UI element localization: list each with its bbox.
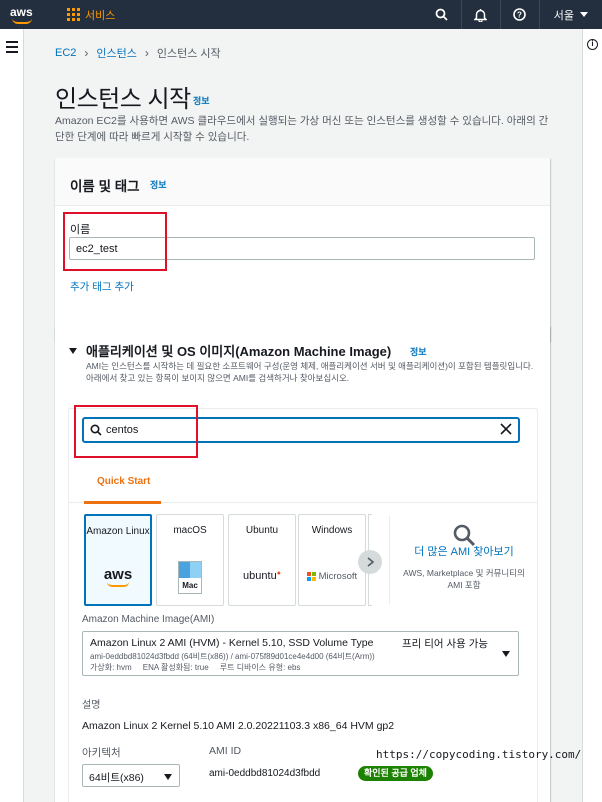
clear-search-icon[interactable] [500, 423, 512, 435]
description-value: Amazon Linux 2 Kernel 5.10 AMI 2.0.20221… [82, 720, 395, 732]
chevron-right-icon [367, 557, 374, 567]
breadcrumb: EC2 › 인스턴스 › 인스턴스 시작 [55, 45, 221, 61]
ami-panel-title[interactable]: 애플리케이션 및 OS 이미지(Amazon Machine Image) [86, 341, 391, 360]
hamburger-menu-icon[interactable] [6, 41, 18, 56]
ami-description: AMI는 인스턴스를 시작하는 데 필요한 소프트웨어 구성(운영 체제, 애플… [86, 361, 534, 383]
name-info-link[interactable]: 정보 [150, 178, 167, 191]
os-tile-label: Ubuntu [245, 525, 279, 536]
verified-provider-badge: 확인된 공급 업체 [358, 766, 433, 781]
architecture-label: 아키텍처 [82, 747, 121, 759]
name-panel-title: 이름 및 태그 [70, 179, 140, 194]
os-tile-label: macOS [173, 525, 207, 536]
ami-select-dropdown[interactable]: Amazon Linux 2 AMI (HVM) - Kernel 5.10, … [82, 631, 519, 676]
free-tier-label: 프리 티어 사용 가능 [402, 638, 489, 650]
ubuntu-logo-icon: ubuntu● [243, 570, 281, 582]
os-tile-macos[interactable]: macOS Mac [156, 514, 224, 606]
architecture-select[interactable]: 64비트(x86) [82, 764, 180, 787]
breadcrumb-instances[interactable]: 인스턴스 [96, 45, 136, 61]
aws-logo[interactable]: aws [10, 4, 40, 26]
services-menu[interactable]: 서비스 [85, 7, 115, 23]
ami-select-label: Amazon Machine Image(AMI) [82, 614, 215, 625]
side-navigation-toggle-area [0, 29, 24, 802]
mac-finder-icon: Mac [157, 561, 223, 594]
ami-info-link[interactable]: 정보 [410, 345, 427, 358]
microsoft-logo-icon: Microsoft [299, 571, 365, 582]
caret-down-icon [502, 651, 510, 657]
breadcrumb-launch-instance: 인스턴스 시작 [156, 48, 221, 60]
region-selector[interactable]: 서울 [540, 7, 602, 23]
watermark-text: https://copycoding.tistory.com/ [376, 748, 582, 761]
vertical-divider [389, 516, 390, 604]
os-tile-label: Amazon Linux [86, 526, 150, 537]
svg-text:?: ? [517, 11, 522, 20]
breadcrumb-ec2[interactable]: EC2 [55, 47, 76, 59]
browse-more-amis-subtitle: AWS, Marketplace 및 커뮤니티의 AMI 포함 [403, 568, 525, 590]
page-title: 인스턴스 시작 [55, 86, 191, 113]
os-tile-amazon-linux[interactable]: Amazon Linux aws [84, 514, 152, 606]
ami-panel-header: 애플리케이션 및 OS 이미지(Amazon Machine Image) 정보… [55, 326, 550, 384]
description-label: 설명 [82, 700, 101, 711]
os-tile-label: Windows [311, 525, 353, 536]
ami-selected-name: Amazon Linux 2 AMI (HVM) - Kernel 5.10, … [90, 637, 374, 649]
browse-more-amis[interactable]: 더 많은 AMI 찾아보기 AWS, Marketplace 및 커뮤니티의 A… [399, 514, 529, 591]
services-grid-icon[interactable] [67, 8, 80, 21]
search-icon [453, 524, 476, 547]
architecture-value: 64비트(x86) [89, 772, 144, 784]
ami-id-value: ami-0eddbd81024d3fbdd [209, 768, 321, 779]
info-icon[interactable]: i [587, 39, 598, 50]
carousel-next-button[interactable] [358, 550, 382, 574]
page-info-link[interactable]: 정보 [193, 94, 210, 107]
ami-id-label: AMI ID [209, 745, 242, 757]
panel-header: 이름 및 태그 정보 [55, 158, 550, 206]
aws-logo-icon: aws [86, 567, 150, 587]
page-description: Amazon EC2를 사용하면 AWS 클라우드에서 실행되는 가상 머신 또… [55, 115, 549, 143]
help-panel-toggle-area: i [582, 29, 602, 802]
ami-selected-meta: 가상화: hvm ENA 활성화됨: true 루트 디바이스 유형: ebs [90, 663, 301, 672]
tab-active-indicator [84, 501, 161, 504]
highlight-box-search [74, 405, 198, 458]
search-icon[interactable] [423, 8, 461, 21]
caret-down-icon [164, 774, 172, 780]
chevron-right-icon: › [144, 46, 149, 60]
caret-down-icon[interactable] [69, 348, 77, 354]
help-icon[interactable]: ? [501, 8, 539, 21]
top-navigation-bar: aws 서비스 ? 서울 [0, 0, 602, 29]
os-tile-ubuntu[interactable]: Ubuntu ubuntu● [228, 514, 296, 606]
chevron-right-icon: › [84, 46, 89, 60]
ami-selector-box: Quick Start Amazon Linux aws macOS Mac [68, 408, 538, 802]
os-tile-windows[interactable]: Windows Microsoft [298, 514, 366, 606]
highlight-box-name [63, 212, 167, 271]
ami-selected-ids: ami-0eddbd81024d3fbdd (64비트(x86)) / ami-… [90, 652, 375, 661]
add-tag-link[interactable]: 추가 태그 추가 [70, 279, 134, 294]
chevron-down-icon [580, 11, 588, 17]
bell-icon[interactable] [462, 8, 500, 22]
tab-quick-start[interactable]: Quick Start [97, 476, 150, 487]
ami-panel: 애플리케이션 및 OS 이미지(Amazon Machine Image) 정보… [55, 326, 550, 802]
